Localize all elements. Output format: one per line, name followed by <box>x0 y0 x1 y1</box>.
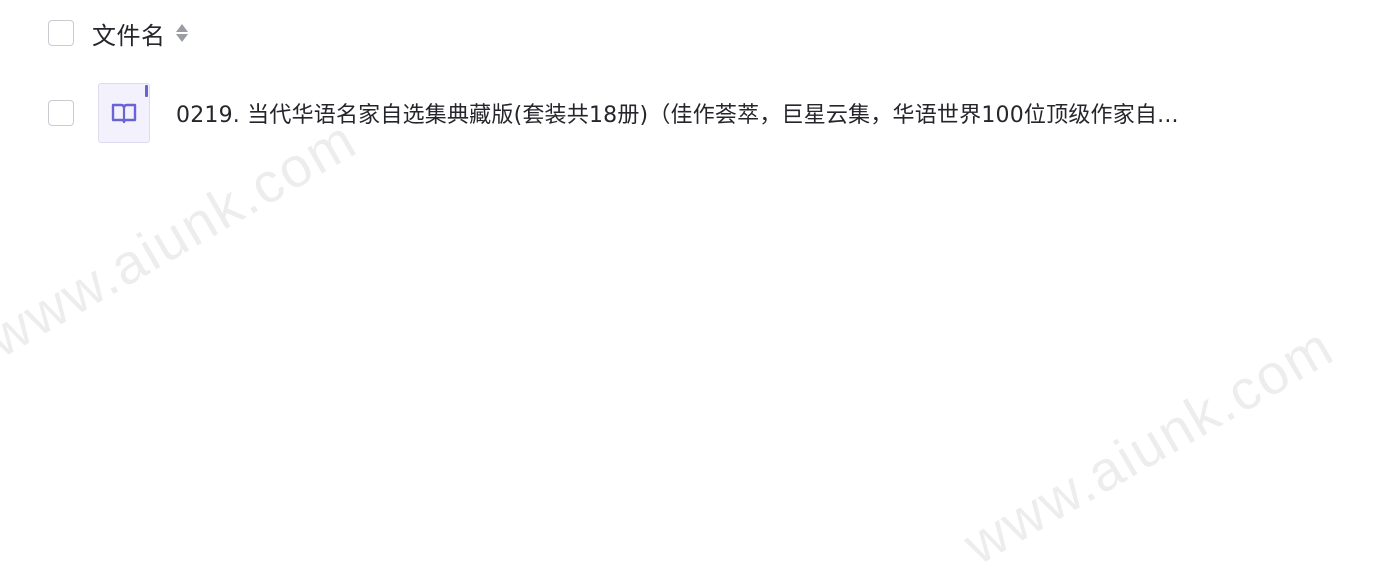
table-row[interactable]: 0219. 当代华语名家自选集典藏版(套装共18册)（佳作荟萃，巨星云集，华语世… <box>48 82 1348 144</box>
file-list-page: 文件名 0219. 当代华语名家自选集典藏版(套装共18册)（佳作荟萃，巨星云集… <box>0 0 1384 588</box>
file-corner-accent <box>145 85 148 97</box>
open-book-icon <box>111 103 137 124</box>
select-all-checkbox[interactable] <box>48 20 74 46</box>
table-header: 文件名 <box>48 16 188 51</box>
sort-down-icon <box>175 34 188 42</box>
sort-up-icon <box>175 24 188 32</box>
column-header-filename[interactable]: 文件名 <box>92 16 166 51</box>
sort-icon[interactable] <box>175 24 188 42</box>
watermark-text: www.aiunk.com <box>0 107 367 370</box>
watermark-text: www.aiunk.com <box>953 314 1344 577</box>
book-icon <box>98 83 150 143</box>
row-checkbox[interactable] <box>48 100 74 126</box>
file-name[interactable]: 0219. 当代华语名家自选集典藏版(套装共18册)（佳作荟萃，巨星云集，华语世… <box>176 97 1179 129</box>
